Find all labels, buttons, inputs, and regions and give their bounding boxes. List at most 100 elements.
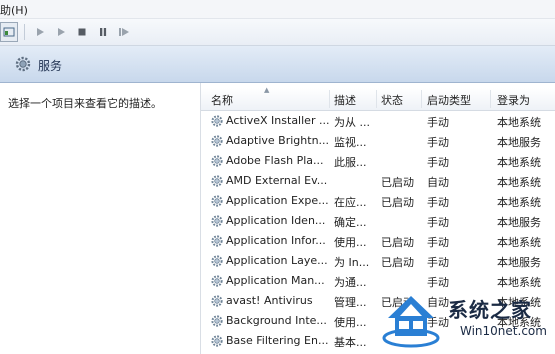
service-name: Background Inte... — [226, 314, 327, 327]
table-row[interactable]: Adobe Flash Pla... 此服... 手动 本地系统 — [201, 151, 555, 171]
service-name: Application Iden... — [226, 214, 326, 227]
service-gear-icon — [210, 194, 224, 208]
menu-bar: 助(H) — [0, 0, 555, 19]
sort-indicator-icon: ▲ — [264, 86, 270, 94]
service-description: 为通... — [334, 276, 367, 289]
service-gear-icon — [210, 114, 224, 128]
toolbar — [0, 19, 555, 46]
column-divider[interactable] — [490, 90, 491, 108]
service-name: Adaptive Brightn... — [226, 134, 330, 147]
service-description: 此服... — [334, 156, 367, 169]
watermark-url: Win10net.com — [460, 324, 547, 338]
play-icon — [37, 28, 44, 36]
pause-button[interactable] — [94, 23, 112, 41]
service-name: avast! Antivirus — [226, 294, 313, 307]
service-gear-icon — [210, 134, 224, 148]
service-gear-icon — [210, 274, 224, 288]
column-divider[interactable] — [421, 90, 422, 108]
service-name: Adobe Flash Pla... — [226, 154, 324, 167]
service-startup-type: 手动 — [427, 256, 449, 269]
toolbar-separator — [24, 24, 25, 40]
service-logon-as: 本地系统 — [497, 116, 541, 129]
service-name: Application Infor... — [226, 234, 326, 247]
service-logon-as: 本地系统 — [497, 196, 541, 209]
service-description: 基本... — [334, 336, 367, 349]
service-status: 已启动 — [381, 176, 414, 189]
table-row[interactable]: Application Expe... 在应... 已启动 手动 本地系统 — [201, 191, 555, 211]
service-logon-as: 本地系统 — [497, 276, 541, 289]
gear-icon — [15, 56, 31, 72]
table-header: ▲ 名称 描述 状态 启动类型 登录为 — [201, 86, 555, 111]
restart-button[interactable] — [115, 23, 133, 41]
pause-icon — [100, 28, 107, 36]
column-header-name[interactable]: 名称 — [211, 92, 233, 108]
service-logon-as: 本地服务 — [497, 136, 541, 149]
service-name: Base Filtering En... — [226, 334, 329, 347]
column-divider[interactable] — [376, 90, 377, 108]
service-logon-as: 本地服务 — [497, 256, 541, 269]
service-startup-type: 手动 — [427, 216, 449, 229]
service-status: 已启动 — [381, 196, 414, 209]
table-row[interactable]: ActiveX Installer ... 为从 ... 手动 本地系统 — [201, 111, 555, 131]
watermark: 系统之家 Win10net.com — [382, 292, 552, 348]
table-row[interactable]: Application Laye... 为 In... 已启动 手动 本地服务 — [201, 251, 555, 271]
service-description: 为 In... — [334, 256, 370, 269]
column-header-status[interactable]: 状态 — [381, 92, 403, 108]
service-gear-icon — [210, 154, 224, 168]
menu-help[interactable]: 助(H) — [0, 2, 28, 18]
service-name: AMD External Ev... — [226, 174, 328, 187]
service-logon-as: 本地系统 — [497, 236, 541, 249]
service-startup-type: 手动 — [427, 196, 449, 209]
service-gear-icon — [210, 174, 224, 188]
service-logon-as: 本地服务 — [497, 216, 541, 229]
services-header: 服务 — [0, 46, 555, 83]
service-gear-icon — [210, 254, 224, 268]
service-description: 监视... — [334, 136, 367, 149]
column-header-description[interactable]: 描述 — [334, 92, 356, 108]
service-logon-as: 本地系统 — [497, 156, 541, 169]
table-row[interactable]: AMD External Ev... 已启动 自动 本地系统 — [201, 171, 555, 191]
service-gear-icon — [210, 334, 224, 348]
column-header-logon-as[interactable]: 登录为 — [497, 92, 530, 108]
table-row[interactable]: Adaptive Brightn... 监视... 手动 本地服务 — [201, 131, 555, 151]
service-description: 为从 ... — [334, 116, 370, 129]
stop-icon — [78, 28, 86, 36]
play-button[interactable] — [31, 23, 49, 41]
service-startup-type: 手动 — [427, 136, 449, 149]
service-gear-icon — [210, 234, 224, 248]
play-alt-button[interactable] — [52, 23, 70, 41]
service-startup-type: 手动 — [427, 116, 449, 129]
service-name: Application Man... — [226, 274, 325, 287]
service-gear-icon — [210, 294, 224, 308]
service-startup-type: 手动 — [427, 156, 449, 169]
restart-icon — [119, 28, 129, 36]
console-tree-button[interactable] — [0, 22, 18, 42]
service-status: 已启动 — [381, 236, 414, 249]
description-pane: 选择一个项目来查看它的描述。 — [0, 83, 200, 354]
service-description: 使用... — [334, 316, 367, 329]
play-alt-icon — [58, 28, 65, 36]
table-row[interactable]: Application Iden... 确定... 手动 本地服务 — [201, 211, 555, 231]
service-startup-type: 自动 — [427, 176, 449, 189]
service-startup-type: 手动 — [427, 276, 449, 289]
column-divider[interactable] — [329, 90, 330, 108]
service-startup-type: 手动 — [427, 236, 449, 249]
service-logon-as: 本地系统 — [497, 176, 541, 189]
service-description: 确定... — [334, 216, 367, 229]
service-status: 已启动 — [381, 256, 414, 269]
stop-button[interactable] — [73, 23, 91, 41]
column-header-startup-type[interactable]: 启动类型 — [427, 92, 471, 108]
service-description: 在应... — [334, 196, 367, 209]
house-logo-icon — [382, 296, 440, 348]
watermark-brand: 系统之家 — [448, 298, 532, 322]
table-row[interactable]: Application Infor... 使用... 已启动 手动 本地系统 — [201, 231, 555, 251]
console-tree-icon — [3, 27, 15, 37]
service-name: Application Expe... — [226, 194, 329, 207]
page-title: 服务 — [38, 59, 63, 73]
table-row[interactable]: Application Man... 为通... 手动 本地系统 — [201, 271, 555, 291]
service-gear-icon — [210, 314, 224, 328]
service-description: 使用... — [334, 236, 367, 249]
service-name: Application Laye... — [226, 254, 328, 267]
description-text: 选择一个项目来查看它的描述。 — [8, 97, 162, 110]
service-gear-icon — [210, 214, 224, 228]
